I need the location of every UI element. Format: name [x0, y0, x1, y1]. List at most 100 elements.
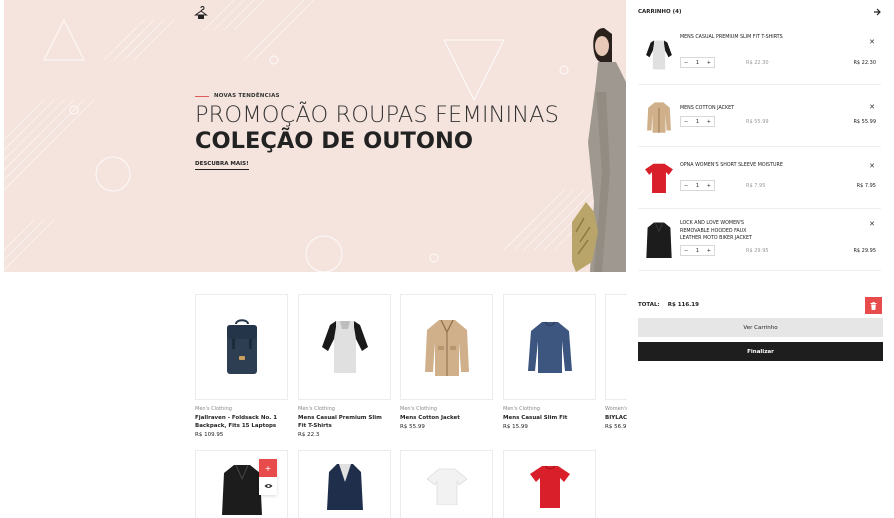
product-price: R$ 55.99 [400, 424, 425, 430]
quantity-stepper: − 1 + [680, 245, 715, 256]
product-category: Men's Clothing [195, 406, 232, 412]
model-photo [572, 28, 626, 272]
quantity-stepper: − 1 + [680, 57, 715, 68]
white-top-icon [426, 468, 467, 505]
product-price: R$ 22.3 [298, 432, 320, 438]
cart-item: Mens Cotton Jacket − 1 + R$ 55.99 R$ 55.… [638, 85, 881, 147]
clear-cart-button[interactable] [865, 297, 882, 314]
cart-item-name: Opna Women's Short Sleeve Moisture [680, 163, 783, 168]
remove-item-button[interactable]: ✕ [869, 220, 875, 228]
cart-item-price: R$ 29.95 [853, 248, 876, 254]
view-cart-button[interactable]: Ver Carrinho [638, 318, 883, 337]
cart-item-price: R$ 7.95 [856, 183, 876, 189]
hero-banner: NOVAS TENDÊNCIAS PROMOÇÃO ROUPAS FEMININ… [4, 0, 626, 272]
product-image[interactable] [503, 294, 596, 400]
remove-item-button[interactable]: ✕ [869, 162, 875, 170]
raglan-shirt-icon [646, 40, 672, 70]
total-label: TOTAL: [638, 302, 660, 308]
cart-panel: CARRINHO (4) Mens Casual Premium Slim Fi… [627, 0, 894, 518]
increase-qty-button[interactable]: + [707, 119, 711, 125]
backpack-icon [226, 319, 257, 374]
cart-item: Lock and Love Women's Removable Hooded F… [638, 209, 881, 271]
decrease-qty-button[interactable]: − [684, 60, 688, 66]
increase-qty-button[interactable]: + [707, 248, 711, 254]
product-price: R$ 15.99 [503, 424, 528, 430]
cart-item: Mens Casual Premium Slim Fit T-Shirts − … [638, 30, 881, 85]
cart-item-name: Mens Cotton Jacket [680, 106, 735, 111]
cart-total: TOTAL: R$ 116.19 [638, 302, 699, 308]
product-name[interactable]: Mens Casual Slim Fit [503, 414, 591, 422]
red-tshirt-icon [529, 465, 570, 508]
product-card[interactable]: Men's Clothing Fjallraven - Foldsack No.… [195, 294, 288, 438]
qty-value[interactable]: 1 [696, 119, 699, 125]
close-cart-arrow-icon[interactable] [872, 7, 882, 17]
product-category: Men's Clothing [400, 406, 437, 412]
hero-subtitle-text: NOVAS TENDÊNCIAS [214, 93, 280, 99]
cart-item-thumb [643, 219, 675, 259]
cart-title: CARRINHO (4) [638, 9, 682, 15]
qty-value[interactable]: 1 [696, 183, 699, 189]
leather-jacket-icon [646, 222, 672, 258]
cart-item-price: R$ 22.30 [853, 60, 876, 66]
eye-icon [264, 484, 272, 488]
decrease-qty-button[interactable]: − [684, 119, 688, 125]
quantity-stepper: − 1 + [680, 180, 715, 191]
cart-item: Opna Women's Short Sleeve Moisture − 1 +… [638, 147, 881, 209]
quantity-stepper: − 1 + [680, 116, 715, 127]
cart-item-thumb [643, 35, 675, 75]
add-to-cart-button[interactable]: + [259, 459, 277, 477]
product-card[interactable]: Men's Clothing Mens Cotton Jacket R$ 55.… [400, 294, 493, 430]
hero-subtitle: NOVAS TENDÊNCIAS [195, 93, 280, 99]
product-card[interactable]: Men's Clothing Mens Casual Premium Slim … [298, 294, 391, 438]
product-name[interactable]: Fjallraven - Foldsack No. 1 Backpack, Fi… [195, 414, 283, 430]
cart-item-thumb [643, 157, 675, 197]
product-name[interactable]: Mens Cotton Jacket [400, 414, 488, 422]
subtitle-accent-line [195, 95, 209, 97]
cotton-jacket-icon [647, 102, 671, 133]
cart-item-old-price: R$ 22.30 [746, 60, 769, 66]
decrease-qty-button[interactable]: − [684, 183, 688, 189]
product-price: R$ 109.95 [195, 432, 224, 438]
hanger-logo-icon[interactable] [194, 6, 208, 20]
trash-icon [870, 301, 877, 310]
cart-item-name: Lock and Love Women's Removable Hooded F… [680, 221, 752, 241]
product-card[interactable] [298, 450, 391, 518]
product-card[interactable] [400, 450, 493, 518]
product-image[interactable] [298, 294, 391, 400]
product-image[interactable] [400, 450, 493, 518]
quick-view-button[interactable] [259, 477, 277, 495]
product-image[interactable] [298, 450, 391, 518]
hero-title-line2: COLEÇÃO DE OUTONO [195, 128, 473, 154]
page: NOVAS TENDÊNCIAS PROMOÇÃO ROUPAS FEMININ… [0, 0, 894, 518]
raglan-shirt-icon [321, 321, 368, 373]
product-category: Men's Clothing [503, 406, 540, 412]
checkout-button[interactable]: Finalizar [638, 342, 883, 361]
qty-value[interactable]: 1 [696, 60, 699, 66]
long-sleeve-shirt-icon [527, 321, 572, 373]
hero-title-line1: PROMOÇÃO ROUPAS FEMININAS [195, 102, 560, 128]
cart-item-thumb [643, 97, 675, 137]
leather-jacket-icon [221, 464, 262, 515]
product-card[interactable]: + [195, 450, 288, 518]
remove-item-button[interactable]: ✕ [869, 38, 875, 46]
increase-qty-button[interactable]: + [707, 183, 711, 189]
product-image[interactable] [503, 450, 596, 518]
discover-more-link[interactable]: DESCUBRA MAIS! [195, 161, 249, 170]
cart-item-old-price: R$ 29.95 [746, 248, 769, 254]
product-card[interactable] [503, 450, 596, 518]
decrease-qty-button[interactable]: − [684, 248, 688, 254]
quick-actions: + [259, 459, 277, 495]
product-image[interactable] [195, 294, 288, 400]
product-image[interactable] [400, 294, 493, 400]
blazer-icon [326, 464, 363, 510]
cart-item-old-price: R$ 7.95 [746, 183, 766, 189]
increase-qty-button[interactable]: + [707, 60, 711, 66]
product-card[interactable]: Men's Clothing Mens Casual Slim Fit R$ 1… [503, 294, 596, 430]
red-tshirt-icon [645, 163, 673, 193]
remove-item-button[interactable]: ✕ [869, 103, 875, 111]
cart-item-old-price: R$ 55.99 [746, 119, 769, 125]
total-value: R$ 116.19 [667, 302, 699, 308]
product-name[interactable]: Mens Casual Premium Slim Fit T-Shirts [298, 414, 386, 430]
product-category: Men's Clothing [298, 406, 335, 412]
qty-value[interactable]: 1 [696, 248, 699, 254]
